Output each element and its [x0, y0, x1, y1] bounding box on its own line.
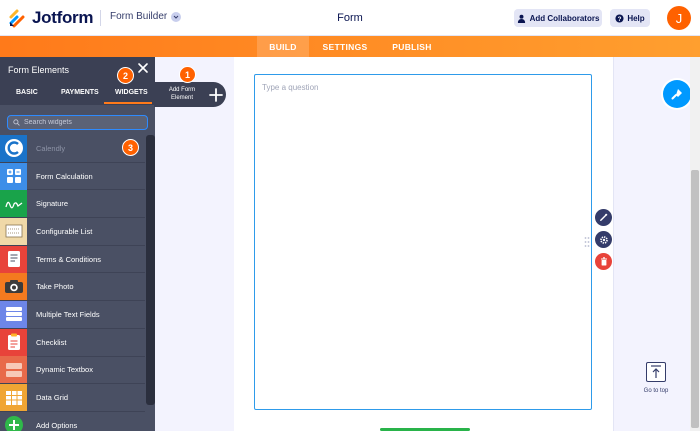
add-form-element-button[interactable]: Add Form Element — [154, 82, 226, 107]
widget-label: Add Options — [36, 420, 78, 430]
document-icon — [0, 245, 27, 273]
help-icon: ? — [615, 13, 624, 22]
wand-icon — [600, 213, 608, 221]
widget-list: Calendly Form Calculation Signature Conf… — [0, 134, 145, 431]
grid-icon — [0, 384, 27, 412]
calendly-icon — [0, 134, 27, 162]
question-field[interactable]: Type a question — [254, 74, 592, 410]
widget-label: Form Calculation — [36, 171, 93, 181]
add-collaborators-label: Add Collaborators — [529, 13, 600, 23]
widget-label: Take Photo — [36, 282, 74, 292]
page-scrollbar[interactable] — [690, 57, 700, 431]
form-builder-dropdown[interactable]: Form Builder — [110, 11, 182, 22]
widget-label: Data Grid — [36, 393, 69, 403]
jotform-logo[interactable]: Jotform — [8, 8, 93, 28]
help-label: Help — [627, 13, 645, 23]
step-badge-1: 1 — [179, 66, 196, 83]
camera-icon — [0, 273, 27, 301]
step-badge-2: 2 — [117, 67, 134, 84]
go-to-top-label: Go to top — [643, 388, 669, 394]
widget-item-multiple-text-fields[interactable]: Multiple Text Fields — [0, 300, 145, 329]
widget-label: Signature — [36, 199, 69, 209]
close-icon[interactable] — [137, 62, 149, 74]
go-to-top-button[interactable] — [646, 362, 666, 382]
search-icon — [13, 119, 20, 126]
panel-scrollbar[interactable] — [146, 135, 155, 405]
panel-title: Form Elements — [8, 65, 70, 75]
plus-icon — [209, 87, 223, 102]
user-avatar[interactable]: J — [667, 6, 691, 30]
widget-item-checklist[interactable]: Checklist — [0, 328, 145, 357]
chevron-down-icon — [171, 11, 182, 22]
scrollbar-thumb[interactable] — [691, 170, 699, 428]
widget-item-terms-conditions[interactable]: Terms & Conditions — [0, 245, 145, 274]
widget-item-form-calculation[interactable]: Form Calculation — [0, 162, 145, 191]
step-badge-3: 3 — [122, 139, 139, 156]
arrow-up-icon — [651, 365, 661, 378]
tab-payments[interactable]: PAYMENTS — [61, 89, 99, 96]
widget-item-configurable-list[interactable]: Configurable List — [0, 217, 145, 246]
edit-wand-button[interactable] — [595, 209, 612, 226]
form-elements-panel: Form Elements BASIC PAYMENTS WIDGETS Cal… — [0, 57, 155, 431]
gear-icon — [599, 235, 608, 244]
delete-field-button[interactable] — [595, 253, 612, 270]
widget-item-take-photo[interactable]: Take Photo — [0, 273, 145, 302]
question-placeholder: Type a question — [262, 83, 319, 92]
checklist-icon — [0, 328, 27, 356]
signature-icon — [0, 190, 27, 218]
form-builder-label: Form Builder — [110, 11, 168, 22]
svg-text:?: ? — [618, 15, 622, 22]
builder-tab-bar: BUILD SETTINGS PUBLISH — [0, 36, 700, 57]
widget-label: Configurable List — [36, 226, 93, 236]
widget-item-data-grid[interactable]: Data Grid — [0, 384, 145, 412]
tab-publish[interactable]: PUBLISH — [388, 36, 436, 57]
user-icon — [517, 14, 525, 23]
top-bar: Jotform Form Builder Form Add Collaborat… — [0, 0, 700, 36]
tab-build[interactable]: BUILD — [257, 36, 309, 57]
logo-text: Jotform — [32, 8, 94, 27]
widget-item-dynamic-textbox[interactable]: Dynamic Textbox — [0, 356, 145, 385]
tab-widgets[interactable]: WIDGETS — [115, 89, 148, 96]
textbox-icon — [0, 356, 27, 384]
widget-label: Checklist — [36, 337, 67, 347]
add-form-element-label: Add Form Element — [168, 87, 196, 101]
list-icon — [0, 217, 27, 245]
form-designer-button[interactable] — [663, 80, 691, 108]
tab-settings[interactable]: SETTINGS — [318, 36, 372, 57]
widget-label: Multiple Text Fields — [36, 309, 100, 319]
drag-handle-icon[interactable] — [584, 236, 590, 248]
widget-search[interactable] — [7, 115, 148, 130]
widget-item-signature[interactable]: Signature — [0, 190, 145, 219]
jotform-logo-icon — [9, 9, 25, 28]
text-fields-icon — [0, 300, 27, 328]
widget-label: Dynamic Textbox — [36, 365, 93, 375]
plus-circle-icon — [0, 411, 27, 431]
trash-icon — [600, 257, 607, 266]
search-widgets-input[interactable] — [24, 119, 144, 126]
calculator-icon — [0, 162, 27, 190]
widget-label: Calendly — [36, 143, 66, 153]
widget-item-add-options[interactable]: Add Options — [0, 411, 145, 431]
add-collaborators-button[interactable]: Add Collaborators — [514, 9, 602, 27]
paint-roller-icon — [671, 89, 682, 100]
widget-label: Terms & Conditions — [36, 254, 102, 264]
help-button[interactable]: ? Help — [610, 9, 650, 27]
field-settings-button[interactable] — [595, 231, 612, 248]
active-tab-underline — [104, 102, 152, 104]
header-divider — [100, 10, 101, 26]
tab-basic[interactable]: BASIC — [16, 89, 38, 96]
